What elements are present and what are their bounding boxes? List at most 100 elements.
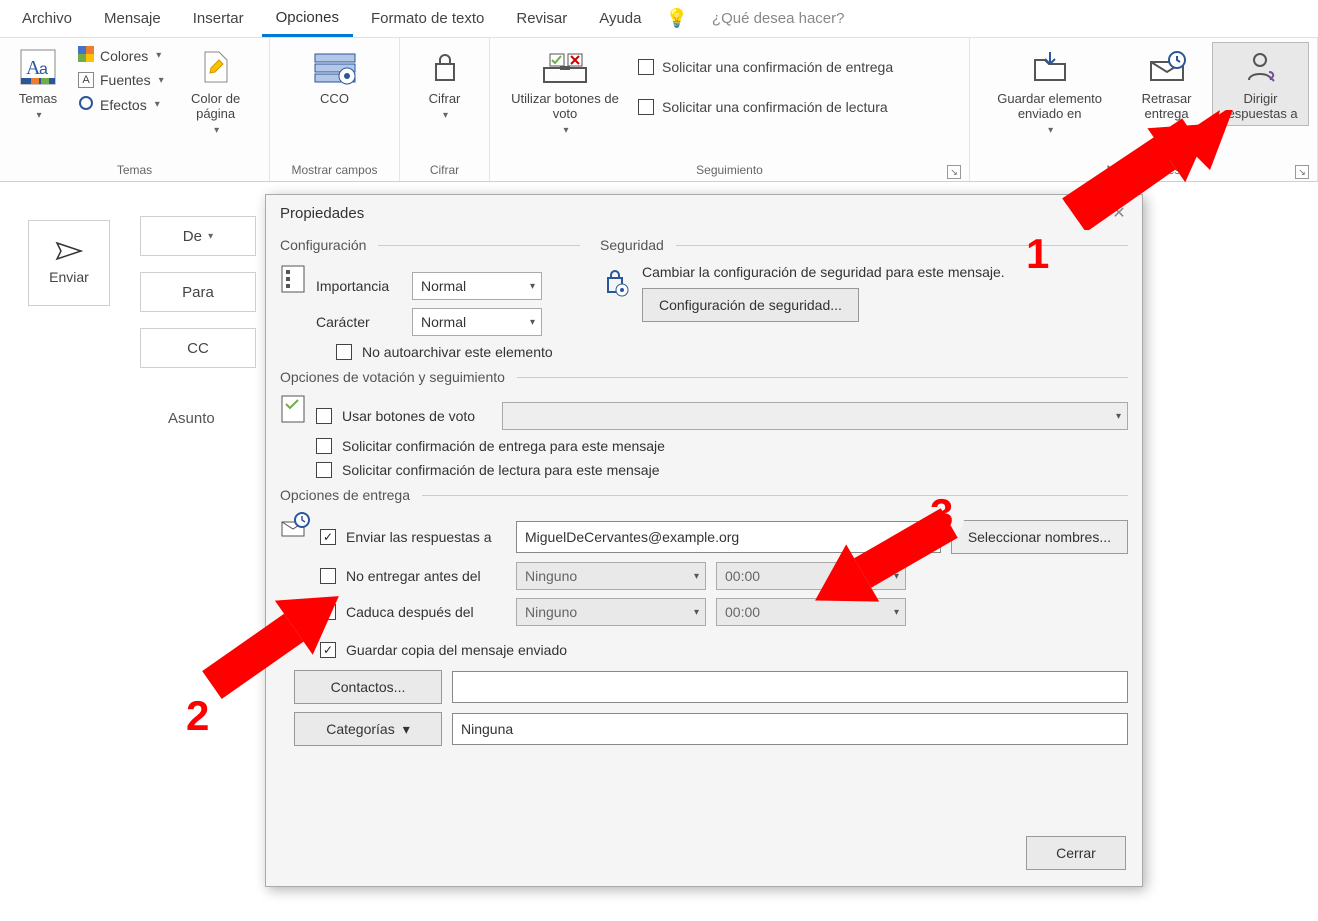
delay-delivery-icon	[1147, 47, 1187, 87]
chevron-down-icon: ▾	[208, 231, 213, 242]
categorias-button[interactable]: Categorías▾	[294, 712, 442, 746]
tab-ayuda[interactable]: Ayuda	[585, 2, 655, 35]
color-pagina-button[interactable]: Color de página▾	[174, 42, 258, 141]
votacion-header: Opciones de votación y seguimiento	[280, 369, 511, 385]
cc-button[interactable]: CC	[140, 328, 256, 368]
guardar-copia-label: Guardar copia del mensaje enviado	[346, 642, 567, 658]
tab-archivo[interactable]: Archivo	[8, 2, 86, 35]
cifrar-button[interactable]: Cifrar▾	[415, 42, 475, 126]
svg-text:a: a	[39, 61, 48, 78]
save-to-folder-icon	[1031, 47, 1069, 87]
enviar-respuestas-check[interactable]	[320, 529, 336, 545]
dirigir-respuestas-button[interactable]: Dirigir respuestas a	[1212, 42, 1309, 126]
contactos-input[interactable]	[452, 671, 1128, 703]
temas-button[interactable]: Aa Temas ▾	[8, 42, 68, 126]
ribbon-tabs: Archivo Mensaje Insertar Opciones Format…	[0, 0, 1318, 38]
categorias-input[interactable]: Ninguna	[452, 713, 1128, 745]
tab-opciones[interactable]: Opciones	[262, 1, 353, 37]
chevron-down-icon: ▾	[36, 110, 41, 121]
efectos-button[interactable]: Efectos▾	[74, 93, 168, 116]
security-icon	[600, 264, 630, 322]
caduca-time[interactable]: 00:00▾	[716, 598, 906, 626]
tab-insertar[interactable]: Insertar	[179, 2, 258, 35]
conf-entrega-check[interactable]: Solicitar una confirmación de entrega	[638, 56, 893, 78]
conf-lectura-msg-check[interactable]	[316, 462, 332, 478]
caracter-label: Carácter	[316, 314, 402, 330]
entrega-header: Opciones de entrega	[280, 487, 416, 503]
de-button[interactable]: De ▾	[140, 216, 256, 256]
conf-lectura-check[interactable]: Solicitar una confirmación de lectura	[638, 96, 893, 118]
colors-icon	[78, 46, 94, 65]
caduca-date[interactable]: Ninguno▾	[516, 598, 706, 626]
seguridad-text: Cambiar la configuración de seguridad pa…	[642, 264, 1128, 280]
colores-button[interactable]: Colores▾	[74, 44, 168, 67]
annotation-number-3: 3	[930, 490, 953, 538]
conf-entrega-msg-check[interactable]	[316, 438, 332, 454]
usar-voto-check[interactable]	[316, 408, 332, 424]
fuentes-button[interactable]: A Fuentes▾	[74, 70, 168, 90]
chevron-down-icon: ▾	[443, 110, 448, 121]
no-antes-check[interactable]	[320, 568, 336, 584]
tracking-icon	[280, 394, 306, 478]
send-icon	[55, 241, 83, 261]
caracter-select[interactable]: Normal▾	[412, 308, 542, 336]
enviar-button[interactable]: Enviar	[28, 220, 110, 306]
enviar-respuestas-label: Enviar las respuestas a	[346, 529, 506, 545]
dialog-launcher-icon[interactable]: ↘	[1295, 165, 1309, 179]
chevron-down-icon: ▾	[694, 607, 699, 618]
conf-lectura-msg-label: Solicitar confirmación de lectura para e…	[342, 462, 660, 478]
lightbulb-icon: 💡	[659, 8, 693, 29]
no-antes-time[interactable]: 00:00▾	[716, 562, 906, 590]
voto-combo[interactable]: ▾	[502, 402, 1128, 430]
cco-button[interactable]: CCO	[305, 42, 365, 111]
config-header: Configuración	[280, 237, 372, 253]
page-color-icon	[199, 47, 233, 87]
guardar-enviado-button[interactable]: Guardar elemento enviado en▾	[978, 42, 1121, 141]
chevron-down-icon: ▾	[694, 571, 699, 582]
chevron-down-icon: ▾	[156, 50, 161, 61]
caret-down-icon: ▾	[403, 721, 410, 738]
tab-revisar[interactable]: Revisar	[502, 2, 581, 35]
bcc-icon	[313, 47, 357, 87]
tell-me-input[interactable]: ¿Qué desea hacer?	[698, 2, 859, 35]
importancia-select[interactable]: Normal▾	[412, 272, 542, 300]
enviar-respuestas-input[interactable]: MiguelDeCervantes@example.org	[516, 521, 941, 553]
fonts-icon: A	[78, 72, 94, 88]
chevron-down-icon: ▾	[563, 125, 568, 136]
close-icon[interactable]: ✕	[1104, 201, 1134, 225]
chevron-down-icon: ▾	[214, 125, 219, 136]
group-label-seguimiento: Seguimiento↘	[498, 161, 961, 181]
para-button[interactable]: Para	[140, 272, 256, 312]
checkbox-icon	[638, 99, 654, 115]
no-autoarchive-label: No autoarchivar este elemento	[362, 344, 553, 360]
no-antes-date[interactable]: Ninguno▾	[516, 562, 706, 590]
direct-replies-icon	[1241, 47, 1279, 87]
propiedades-dialog: Propiedades ✕ Configuración Importancia …	[265, 194, 1143, 887]
cerrar-button[interactable]: Cerrar	[1026, 836, 1126, 870]
checkbox-icon	[638, 59, 654, 75]
no-antes-label: No entregar antes del	[346, 568, 506, 584]
chevron-down-icon: ▾	[530, 317, 535, 328]
no-autoarchive-check[interactable]	[336, 344, 352, 360]
chevron-down-icon: ▾	[155, 99, 160, 110]
chevron-down-icon: ▾	[1048, 125, 1053, 136]
seleccionar-nombres-button[interactable]: Seleccionar nombres...	[951, 520, 1128, 554]
caduca-check[interactable]	[320, 604, 336, 620]
chevron-down-icon: ▾	[1116, 411, 1121, 422]
themes-icon: Aa	[19, 47, 57, 87]
guardar-copia-check[interactable]	[320, 642, 336, 658]
caduca-label: Caduca después del	[346, 604, 506, 620]
config-seguridad-button[interactable]: Configuración de seguridad...	[642, 288, 859, 322]
retrasar-entrega-button[interactable]: Retrasar entrega	[1127, 42, 1206, 126]
voto-button[interactable]: Utilizar botones de voto▾	[498, 42, 632, 141]
tab-formato-texto[interactable]: Formato de texto	[357, 2, 498, 35]
usar-voto-label: Usar botones de voto	[342, 408, 492, 424]
group-label-mas-opciones: Más opciones↘	[978, 161, 1309, 181]
asunto-label: Asunto	[168, 410, 215, 427]
voting-icon	[540, 47, 590, 87]
importancia-label: Importancia	[316, 278, 402, 294]
contactos-button[interactable]: Contactos...	[294, 670, 442, 704]
dialog-title: Propiedades	[266, 195, 1142, 232]
dialog-launcher-icon[interactable]: ↘	[947, 165, 961, 179]
tab-mensaje[interactable]: Mensaje	[90, 2, 175, 35]
